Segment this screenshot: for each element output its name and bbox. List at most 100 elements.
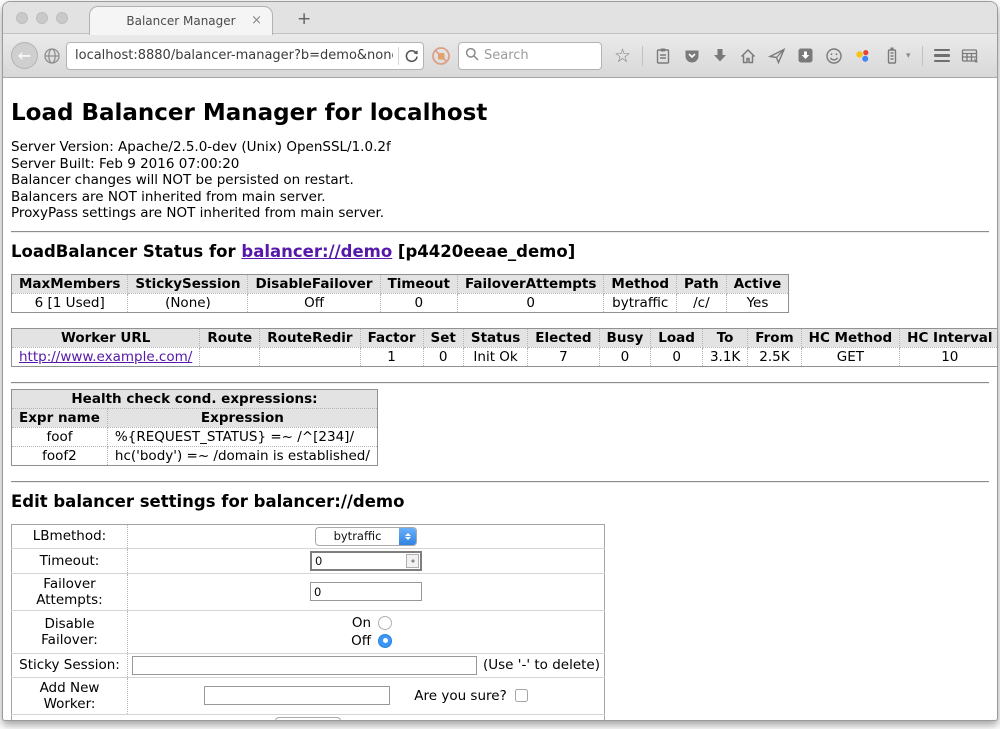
timeout-input[interactable]: 0	[310, 551, 422, 571]
disable-failover-label: Disable Failover:	[12, 610, 128, 653]
download-panel-icon[interactable]	[797, 47, 814, 64]
cell: foof	[12, 427, 108, 446]
submit-button[interactable]: Submit	[275, 717, 342, 722]
health-header-row: Expr nameExpression	[12, 408, 378, 427]
menu-hamburger-icon[interactable]	[934, 49, 950, 63]
window-controls	[16, 12, 68, 24]
server-info: Server Version: Apache/2.5.0-dev (Unix) …	[11, 139, 989, 222]
loadbalancer-status-heading: LoadBalancer Status for balancer://demo …	[11, 242, 989, 261]
worker-url-link[interactable]: http://www.example.com/	[19, 349, 192, 365]
add-worker-input[interactable]	[204, 686, 390, 705]
reading-list-icon[interactable]	[654, 47, 672, 65]
close-window-button[interactable]	[16, 12, 28, 24]
lbmethod-value-cell: bytraffic	[128, 524, 605, 548]
worker-data-cell: 1	[360, 347, 423, 366]
worker-header-cell: RouteRedir	[260, 328, 360, 347]
balancer-status-table: MaxMembersStickySessionDisableFailoverTi…	[11, 274, 789, 313]
health-check-table: Health check cond. expressions: Expr nam…	[11, 389, 378, 466]
chevron-down-icon[interactable]: ▾	[906, 51, 911, 61]
number-spinner-icon[interactable]	[406, 554, 419, 568]
minimize-window-button[interactable]	[36, 12, 48, 24]
sticky-session-value-cell: (Use '-' to delete)	[128, 653, 605, 677]
search-placeholder: Search	[484, 48, 529, 63]
failover-attempts-label: Failover Attempts:	[12, 573, 128, 610]
balancer-demo-link[interactable]: balancer://demo	[241, 242, 392, 261]
are-you-sure-checkbox[interactable]	[515, 689, 528, 702]
browser-window: Balancer Manager × + ← localhost:8880/ba…	[2, 1, 998, 721]
off-radio-label: Off	[351, 633, 371, 649]
balancer-data-cell: 0	[458, 293, 604, 312]
timeout-value: 0	[312, 554, 406, 568]
worker-data-cell: 0	[651, 347, 703, 366]
battery-clipboard-icon[interactable]	[883, 47, 901, 65]
zoom-window-button[interactable]	[56, 12, 68, 24]
sticky-session-hint: (Use '-' to delete)	[483, 657, 600, 673]
disable-failover-on-radio[interactable]	[378, 616, 392, 630]
timeout-row: Timeout: 0	[12, 548, 605, 573]
tab-bar: Balancer Manager × +	[3, 2, 997, 34]
back-button[interactable]: ←	[11, 42, 38, 69]
url-bar[interactable]: localhost:8880/balancer-manager?b=demo&n…	[66, 42, 424, 70]
tab-close-icon[interactable]: ×	[251, 13, 262, 28]
worker-data-row: http://www.example.com/ 10Init Ok7003.1K…	[12, 347, 999, 366]
home-icon[interactable]	[739, 47, 757, 65]
server-info-line: ProxyPass settings are NOT inherited fro…	[11, 205, 989, 222]
select-stepper-icon	[399, 527, 416, 546]
add-worker-row: Add New Worker: Are you sure?	[12, 677, 605, 714]
worker-header-cell: Elected	[528, 328, 599, 347]
new-tab-button[interactable]: +	[291, 7, 317, 31]
failover-attempts-value-cell	[128, 573, 605, 610]
toolbar-icons: ☆	[614, 46, 980, 66]
lbmethod-select[interactable]: bytraffic	[315, 527, 417, 546]
are-you-sure-label: Are you sure?	[414, 688, 507, 704]
server-info-line: Server Version: Apache/2.5.0-dev (Unix) …	[11, 139, 989, 156]
balancer-data-cell: /c/	[677, 293, 727, 312]
pocket-icon[interactable]	[683, 47, 701, 65]
url-text[interactable]: localhost:8880/balancer-manager?b=demo&n…	[75, 48, 393, 63]
balancer-header-cell: DisableFailover	[248, 274, 380, 293]
timeout-label: Timeout:	[12, 548, 128, 573]
balancer-data-cell: (None)	[128, 293, 248, 312]
health-title-row: Health check cond. expressions:	[12, 389, 378, 408]
reload-icon[interactable]	[404, 48, 419, 63]
cell: foof2	[12, 446, 108, 465]
page-content: Load Balancer Manager for localhost Serv…	[3, 78, 997, 721]
sticky-session-input[interactable]	[132, 656, 477, 675]
tab-title: Balancer Manager	[126, 14, 235, 28]
color-dots-extension-icon[interactable]	[854, 47, 872, 65]
worker-header-cell: Status	[463, 328, 527, 347]
bookmark-star-icon[interactable]: ☆	[614, 47, 631, 65]
submit-row: Submit	[12, 714, 605, 721]
server-info-line: Balancer changes will NOT be persisted o…	[11, 172, 989, 189]
lbmethod-row: LBmethod: bytraffic	[12, 524, 605, 548]
worker-header-cell: Route	[200, 328, 260, 347]
balancer-header-cell: FailoverAttempts	[458, 274, 604, 293]
worker-header-cell: From	[748, 328, 801, 347]
send-plane-icon[interactable]	[768, 47, 786, 65]
download-arrow-icon[interactable]	[712, 47, 728, 64]
edit-balancer-form: LBmethod: bytraffic Timeout: 0	[11, 524, 605, 722]
cell: hc('body') =~ /domain is established/	[107, 446, 377, 465]
disable-failover-off-radio[interactable]	[378, 634, 392, 648]
smiley-icon[interactable]	[825, 47, 843, 65]
balancer-header-cell: Timeout	[380, 274, 457, 293]
worker-data-cell: 0	[599, 347, 651, 366]
balancer-header-cell: Path	[677, 274, 727, 293]
grid-panel-icon[interactable]	[961, 47, 980, 65]
worker-header-cell: Busy	[599, 328, 651, 347]
worker-header-row: Worker URLRouteRouteRedirFactorSetStatus…	[12, 328, 999, 347]
worker-data-cell: GET	[801, 347, 900, 366]
divider-rule-2	[11, 382, 989, 384]
add-worker-label: Add New Worker:	[12, 677, 128, 714]
failover-attempts-input[interactable]	[310, 582, 422, 601]
tab-balancer-manager[interactable]: Balancer Manager ×	[89, 6, 273, 35]
content-blocked-icon[interactable]	[431, 46, 451, 66]
page-title: Load Balancer Manager for localhost	[11, 100, 989, 126]
server-info-line: Balancers are NOT inherited from main se…	[11, 189, 989, 206]
worker-header-cell: Factor	[360, 328, 423, 347]
worker-url-cell: http://www.example.com/	[12, 347, 200, 366]
search-bar[interactable]: Search	[458, 42, 602, 70]
navigation-toolbar: ← localhost:8880/balancer-manager?b=demo…	[3, 34, 997, 78]
toolbar-divider-2	[922, 46, 923, 66]
globe-icon	[43, 47, 61, 65]
